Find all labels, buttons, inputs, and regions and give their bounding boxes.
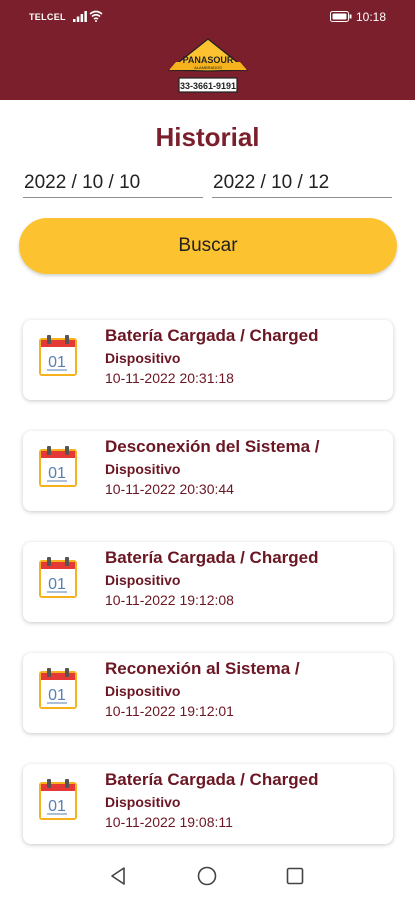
calendar-icon: 01 — [39, 335, 77, 376]
logo-brand-text: PANASOUR — [183, 55, 234, 65]
event-source: Dispositivo — [105, 461, 181, 477]
signal-icon — [73, 11, 87, 22]
event-card[interactable]: 01 Batería Cargada / Charged Dispositivo… — [23, 764, 393, 844]
event-card[interactable]: 01 Batería Cargada / Charged Dispositivo… — [23, 542, 393, 622]
back-icon[interactable] — [109, 866, 127, 886]
page-title: Historial — [155, 122, 260, 152]
search-button[interactable]: Buscar — [19, 218, 397, 274]
event-timestamp: 10-11-2022 20:30:44 — [105, 481, 234, 497]
event-timestamp: 10-11-2022 19:08:11 — [105, 814, 233, 830]
recents-icon[interactable] — [286, 867, 304, 885]
app-header: TELCEL 10:18 PANASOUR ALAMBRADOS 33-3661… — [0, 0, 415, 100]
calendar-icon: 01 — [39, 779, 77, 820]
event-title: Reconexión al Sistema / — [105, 659, 300, 678]
event-source: Dispositivo — [105, 683, 181, 699]
carrier-label: TELCEL — [29, 12, 66, 22]
event-timestamp: 10-11-2022 20:31:18 — [105, 370, 234, 386]
calendar-day: 01 — [48, 687, 66, 704]
event-card[interactable]: 01 Desconexión del Sistema / Dispositivo… — [23, 431, 393, 511]
event-source: Dispositivo — [105, 572, 181, 588]
event-list[interactable]: 01 Batería Cargada / Charged Dispositivo… — [0, 305, 415, 850]
system-nav-bar — [0, 850, 415, 900]
event-title: Desconexión del Sistema / — [105, 437, 320, 456]
wifi-icon — [89, 10, 103, 22]
event-source: Dispositivo — [105, 350, 181, 366]
event-card[interactable]: 01 Reconexión al Sistema / Dispositivo 1… — [23, 653, 393, 733]
home-icon[interactable] — [197, 866, 217, 886]
calendar-day: 01 — [48, 465, 66, 482]
calendar-day: 01 — [48, 354, 66, 371]
logo-phone-text: 33-3661-9191 — [180, 81, 236, 91]
status-time: 10:18 — [356, 10, 387, 24]
start-date-field[interactable]: 2022 / 10 / 10 — [23, 168, 203, 198]
event-title: Batería Cargada / Charged — [105, 326, 319, 345]
event-title: Batería Cargada / Charged — [105, 548, 319, 567]
battery-icon — [330, 11, 352, 22]
end-date-field[interactable]: 2022 / 10 / 12 — [212, 168, 392, 198]
event-source: Dispositivo — [105, 794, 181, 810]
calendar-icon: 01 — [39, 446, 77, 487]
calendar-day: 01 — [48, 576, 66, 593]
calendar-icon: 01 — [39, 668, 77, 709]
status-bar: TELCEL 10:18 — [0, 0, 415, 34]
calendar-day: 01 — [48, 798, 66, 815]
event-timestamp: 10-11-2022 19:12:08 — [105, 592, 234, 608]
logo-tagline-text: ALAMBRADOS — [194, 65, 222, 70]
event-title: Batería Cargada / Charged — [105, 770, 319, 789]
event-card[interactable]: 01 Batería Cargada / Charged Dispositivo… — [23, 320, 393, 400]
brand-logo: PANASOUR ALAMBRADOS 33-3661-9191 — [168, 38, 248, 93]
calendar-icon: 01 — [39, 557, 77, 598]
event-timestamp: 10-11-2022 19:12:01 — [105, 703, 234, 719]
